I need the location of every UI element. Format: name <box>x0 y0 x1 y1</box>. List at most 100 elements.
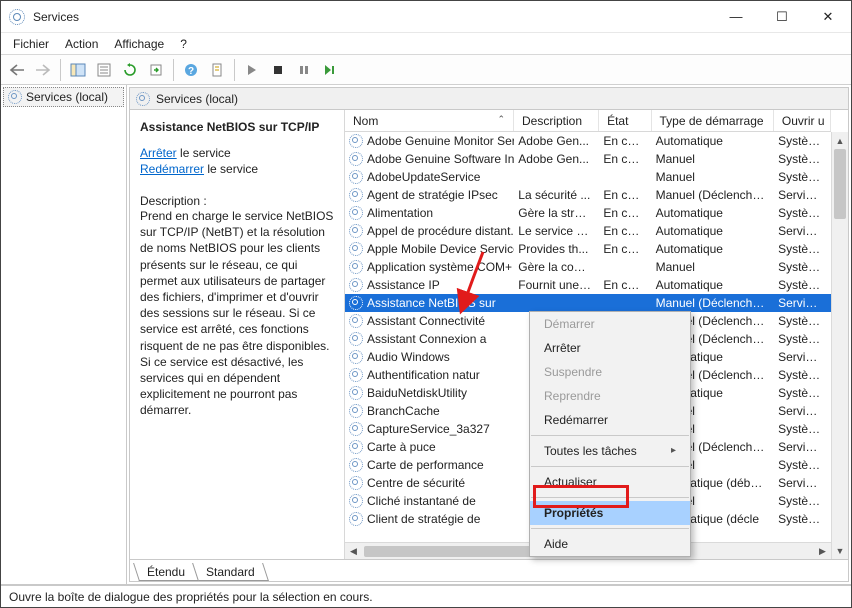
start-service-button[interactable] <box>240 58 264 82</box>
scroll-thumb[interactable] <box>834 149 846 219</box>
help-button[interactable]: ? <box>179 58 203 82</box>
show-hide-tree-button[interactable] <box>66 58 90 82</box>
service-type-cell: Automatique <box>652 278 774 292</box>
service-row[interactable]: Adobe Genuine Monitor Ser...Adobe Gen...… <box>345 132 831 150</box>
scroll-up-icon[interactable]: ▲ <box>832 132 848 149</box>
scroll-right-icon[interactable]: ▶ <box>814 546 831 557</box>
service-ouvrir-cell: Service r <box>774 188 831 202</box>
service-icon <box>349 242 363 256</box>
col-ouvrir[interactable]: Ouvrir u <box>774 110 831 131</box>
restart-service-button[interactable] <box>318 58 342 82</box>
column-headers: Nom Description État Type de démarrage O… <box>345 110 831 132</box>
ctx-toutes-taches[interactable]: Toutes les tâches <box>530 439 690 463</box>
ctx-reprendre[interactable]: Reprendre <box>530 384 690 408</box>
service-name-cell: Cliché instantané de <box>367 494 476 508</box>
toolbar: ? <box>1 55 851 85</box>
panel-header: Services (local) <box>130 88 848 110</box>
col-description[interactable]: Description <box>514 110 599 131</box>
service-name-cell: Apple Mobile Device Service <box>367 242 514 256</box>
menu-action[interactable]: Action <box>59 35 104 53</box>
col-type[interactable]: Type de démarrage <box>652 110 774 131</box>
ctx-proprietes[interactable]: Propriétés <box>530 501 690 525</box>
toolbar-extra-button[interactable] <box>205 58 229 82</box>
service-desc-cell: Provides th... <box>514 242 599 256</box>
stop-link[interactable]: Arrêter <box>140 146 177 160</box>
panel-icon <box>70 63 86 77</box>
service-ouvrir-cell: Système <box>774 152 831 166</box>
minimize-button[interactable]: — <box>713 1 759 32</box>
menu-affichage[interactable]: Affichage <box>108 35 170 53</box>
ctx-arreter[interactable]: Arrêter <box>530 336 690 360</box>
service-row[interactable]: Apple Mobile Device ServiceProvides th..… <box>345 240 831 258</box>
ctx-suspendre[interactable]: Suspendre <box>530 360 690 384</box>
tree-pane: Services (local) <box>1 85 127 584</box>
ctx-demarrer[interactable]: Démarrer <box>530 312 690 336</box>
ctx-redemarrer[interactable]: Redémarrer <box>530 408 690 432</box>
service-name-cell: Appel de procédure distant... <box>367 224 514 238</box>
service-name-cell: BranchCache <box>367 404 440 418</box>
ctx-aide[interactable]: Aide <box>530 532 690 556</box>
service-ouvrir-cell: Système <box>774 260 831 274</box>
service-etat-cell: En co... <box>599 152 651 166</box>
vertical-scrollbar[interactable]: ▲ ▼ <box>831 132 848 559</box>
col-nom[interactable]: Nom <box>345 110 514 131</box>
service-row[interactable]: Agent de stratégie IPsecLa sécurité ...E… <box>345 186 831 204</box>
restart-link[interactable]: Redémarrer <box>140 162 204 176</box>
service-name-cell: BaiduNetdiskUtility <box>367 386 467 400</box>
service-row[interactable]: Assistance IPFournit une ...En co...Auto… <box>345 276 831 294</box>
service-name-cell: Assistance NetBIOS sur <box>367 296 496 310</box>
maximize-button[interactable]: ☐ <box>759 1 805 32</box>
close-button[interactable]: ✕ <box>805 1 851 32</box>
menu-help[interactable]: ? <box>174 35 193 53</box>
service-ouvrir-cell: Système <box>774 134 831 148</box>
scroll-thumb-h[interactable] <box>364 546 544 557</box>
tree-item-services-local[interactable]: Services (local) <box>3 87 124 107</box>
service-ouvrir-cell: Système <box>774 170 831 184</box>
refresh-button[interactable] <box>118 58 142 82</box>
scroll-left-icon[interactable]: ◀ <box>345 546 362 557</box>
service-ouvrir-cell: Système <box>774 386 831 400</box>
service-icon <box>136 92 150 106</box>
pause-service-button[interactable] <box>292 58 316 82</box>
service-type-cell: Automatique <box>652 206 774 220</box>
back-button[interactable] <box>5 58 29 82</box>
service-ouvrir-cell: Système <box>774 278 831 292</box>
col-etat[interactable]: État <box>599 110 651 131</box>
service-name-cell: Adobe Genuine Software In... <box>367 152 514 166</box>
panel-header-label: Services (local) <box>156 92 238 106</box>
tab-etendu[interactable]: Étendu <box>133 563 199 581</box>
service-icon <box>349 350 363 364</box>
export-button[interactable] <box>144 58 168 82</box>
service-icon <box>349 404 363 418</box>
service-name-cell: Carte de performance <box>367 458 484 472</box>
tab-standard[interactable]: Standard <box>192 563 269 581</box>
menu-fichier[interactable]: Fichier <box>7 35 55 53</box>
service-icon <box>349 278 363 292</box>
stop-icon <box>272 64 284 76</box>
svg-text:?: ? <box>188 66 194 77</box>
service-row[interactable]: Adobe Genuine Software In...Adobe Gen...… <box>345 150 831 168</box>
service-icon <box>349 260 363 274</box>
service-type-cell: Manuel (Déclencher... <box>652 188 774 202</box>
service-row[interactable]: Application système COM+Gère la conf...M… <box>345 258 831 276</box>
service-ouvrir-cell: Système <box>774 368 831 382</box>
ctx-actualiser[interactable]: Actualiser <box>530 470 690 494</box>
service-ouvrir-cell: Système <box>774 314 831 328</box>
service-ouvrir-cell: Service l <box>774 350 831 364</box>
play-icon <box>246 64 258 76</box>
service-row[interactable]: AlimentationGère la strat...En co...Auto… <box>345 204 831 222</box>
forward-button[interactable] <box>31 58 55 82</box>
service-ouvrir-cell: Système <box>774 206 831 220</box>
service-name-cell: Authentification natur <box>367 368 480 382</box>
service-icon <box>349 512 363 526</box>
service-row[interactable]: Appel de procédure distant...Le service … <box>345 222 831 240</box>
service-row[interactable]: AdobeUpdateServiceManuelSystème <box>345 168 831 186</box>
service-etat-cell: En co... <box>599 278 651 292</box>
properties-button[interactable] <box>92 58 116 82</box>
service-type-cell: Manuel <box>652 260 774 274</box>
service-type-cell: Automatique <box>652 134 774 148</box>
scroll-down-icon[interactable]: ▼ <box>832 542 848 559</box>
service-name-cell: Client de stratégie de <box>367 512 480 526</box>
service-row[interactable]: Assistance NetBIOS surManuel (Déclencher… <box>345 294 831 312</box>
stop-service-button[interactable] <box>266 58 290 82</box>
